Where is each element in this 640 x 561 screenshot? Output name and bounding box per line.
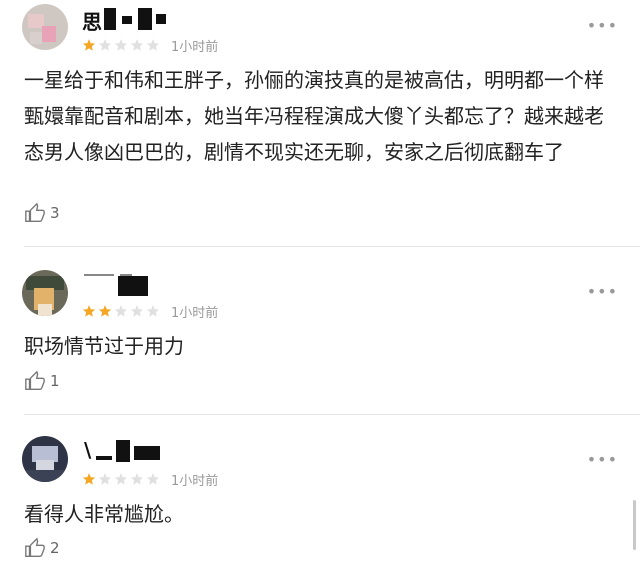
avatar[interactable] — [22, 270, 68, 316]
star-icon — [114, 473, 128, 485]
star-icon — [98, 39, 112, 51]
review-text: 职场情节过于用力 — [24, 334, 184, 358]
name-redaction — [104, 8, 184, 30]
review-text: 一星给于和伟和王胖子，孙俪的演技真的是被高估，明明都一个样甄嬛靠配音和剧本，她当… — [24, 68, 604, 164]
more-dots-icon[interactable]: ••• — [587, 16, 618, 35]
star-icon — [82, 473, 96, 485]
star-icon — [146, 39, 160, 51]
like-count: 1 — [50, 372, 60, 390]
thumbs-up-icon — [25, 202, 45, 222]
timestamp: 1小时前 — [171, 474, 219, 489]
rating-stars — [82, 38, 160, 52]
name-redaction — [96, 440, 166, 462]
avatar[interactable] — [22, 4, 68, 50]
thumbs-up-icon — [25, 370, 45, 390]
star-icon — [130, 473, 144, 485]
star-icon — [130, 39, 144, 51]
like-button[interactable]: 3 — [24, 202, 60, 224]
rating-stars — [82, 304, 160, 318]
star-icon — [146, 305, 160, 317]
user-name[interactable]: 思 — [82, 6, 102, 35]
star-icon — [114, 305, 128, 317]
like-count: 3 — [50, 204, 60, 222]
name-redaction — [84, 270, 174, 296]
timestamp: 1小时前 — [171, 40, 219, 55]
star-icon — [82, 305, 96, 317]
star-icon — [98, 473, 112, 485]
divider — [24, 414, 640, 415]
like-button[interactable]: 2 — [24, 537, 60, 559]
like-button[interactable]: 1 — [24, 370, 60, 392]
avatar[interactable] — [22, 436, 68, 482]
thumbs-up-icon — [25, 537, 45, 557]
timestamp: 1小时前 — [171, 306, 219, 321]
like-count: 2 — [50, 539, 60, 557]
user-name[interactable]: \ — [84, 438, 91, 462]
star-icon — [114, 39, 128, 51]
review-text: 看得人非常尴尬。 — [24, 502, 184, 526]
star-icon — [98, 305, 112, 317]
rating-stars — [82, 472, 160, 486]
more-dots-icon[interactable]: ••• — [587, 450, 618, 469]
star-icon — [82, 39, 96, 51]
divider — [24, 246, 640, 247]
star-icon — [130, 305, 144, 317]
scrollbar[interactable] — [633, 500, 636, 550]
star-icon — [146, 473, 160, 485]
more-dots-icon[interactable]: ••• — [587, 282, 618, 301]
